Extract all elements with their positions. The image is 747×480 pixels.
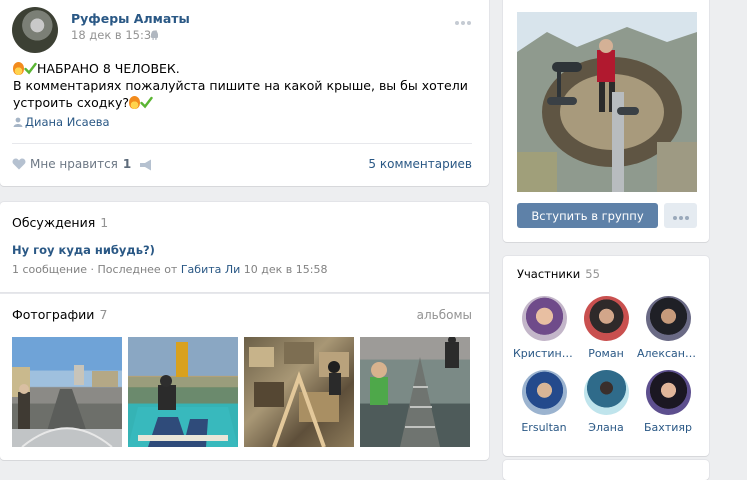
person-icon bbox=[13, 117, 23, 127]
post-date[interactable]: 18 дек в 15:34 bbox=[71, 28, 159, 42]
post-signer[interactable]: Диана Исаева bbox=[13, 115, 110, 129]
share-icon[interactable] bbox=[139, 159, 153, 171]
member-name: Кристино... bbox=[513, 347, 575, 360]
discussions-count: 1 bbox=[100, 215, 109, 230]
member-name: Элана bbox=[588, 421, 624, 434]
heart-icon bbox=[12, 158, 26, 170]
join-group-button[interactable]: Вступить в группу bbox=[517, 203, 658, 228]
avatar bbox=[521, 370, 567, 415]
photo-image bbox=[370, 337, 459, 447]
like-count: 1 bbox=[122, 157, 132, 171]
photos-count: 7 bbox=[99, 307, 108, 322]
photo-image bbox=[12, 365, 122, 447]
post-author[interactable]: Руферы Алматы bbox=[71, 11, 190, 26]
member-item[interactable]: Роман bbox=[575, 296, 637, 360]
group-cover-photo[interactable] bbox=[517, 12, 697, 192]
check-emoji bbox=[24, 62, 37, 75]
discussions-title: Обсуждения bbox=[12, 215, 96, 230]
group-more-button[interactable] bbox=[664, 203, 697, 228]
members-count: 55 bbox=[585, 267, 600, 281]
member-item[interactable]: Александр bbox=[637, 296, 699, 360]
cover-image bbox=[517, 12, 697, 192]
photo-image bbox=[249, 342, 349, 447]
topic-last-time: 10 дек в 15:58 bbox=[240, 263, 328, 276]
post-text-line2: В комментариях пожалуйста пишите на како… bbox=[13, 78, 468, 110]
like-button[interactable]: Мне нравится 1 bbox=[12, 157, 131, 171]
group-cover-block: Вступить в группу bbox=[503, 0, 709, 242]
fire-emoji bbox=[129, 96, 141, 109]
divider bbox=[12, 143, 472, 144]
photos-header[interactable]: Фотографии 7 bbox=[12, 307, 107, 322]
photo-thumbnail[interactable] bbox=[128, 337, 238, 447]
photos-title: Фотографии bbox=[12, 307, 95, 322]
member-name: Роман bbox=[588, 347, 624, 360]
more-icon bbox=[672, 208, 690, 223]
avatar bbox=[583, 370, 629, 415]
discussions-block: Обсуждения 1 Ну гоу куда нибудь?) 1 сообщ… bbox=[0, 202, 489, 292]
member-item[interactable]: Ersultan bbox=[513, 370, 575, 434]
topic-last-author[interactable]: Габита Ли bbox=[181, 263, 240, 276]
albums-link[interactable]: альбомы bbox=[417, 308, 472, 322]
fire-emoji bbox=[13, 62, 24, 75]
members-block: Участники 55 Кристино... Роман Александр … bbox=[503, 256, 709, 456]
avatar bbox=[583, 296, 629, 341]
topic-title[interactable]: Ну гоу куда нибудь?) bbox=[12, 243, 155, 257]
member-item[interactable]: Бахтияр bbox=[637, 370, 699, 434]
comments-link[interactable]: 5 комментариев bbox=[368, 157, 472, 171]
topic-msg-count: 1 сообщение bbox=[12, 263, 88, 276]
post-text-line1: НАБРАНО 8 ЧЕЛОВЕК. bbox=[37, 61, 180, 76]
topic-meta: 1 сообщение · Последнее от Габита Ли 10 … bbox=[12, 263, 327, 276]
photo-image bbox=[128, 342, 238, 447]
photos-block: Фотографии 7 альбомы bbox=[0, 293, 489, 460]
photo-thumbnail[interactable] bbox=[360, 337, 470, 447]
members-header[interactable]: Участники 55 bbox=[517, 267, 600, 281]
wall-post: Руферы Алматы 18 дек в 15:34 НАБРАНО 8 Ч… bbox=[0, 0, 489, 186]
signer-name: Диана Исаева bbox=[25, 115, 110, 129]
member-name: Ersultan bbox=[521, 421, 567, 434]
members-title: Участники bbox=[517, 267, 581, 281]
member-item[interactable]: Кристино... bbox=[513, 296, 575, 360]
discussions-header[interactable]: Обсуждения 1 bbox=[12, 215, 108, 230]
post-text: НАБРАНО 8 ЧЕЛОВЕК. В комментариях пожалу… bbox=[13, 60, 473, 111]
topic-last-prefix: · Последнее от bbox=[87, 263, 181, 276]
like-label: Мне нравится bbox=[30, 157, 118, 171]
member-name: Бахтияр bbox=[644, 421, 692, 434]
android-icon bbox=[151, 30, 158, 40]
next-block bbox=[503, 460, 709, 480]
member-item[interactable]: Элана bbox=[575, 370, 637, 434]
check-emoji bbox=[140, 96, 153, 109]
photo-thumbnail[interactable] bbox=[244, 337, 354, 447]
photo-thumbnail[interactable] bbox=[12, 337, 122, 447]
community-avatar[interactable] bbox=[12, 7, 58, 53]
more-icon[interactable] bbox=[455, 14, 473, 25]
avatar bbox=[645, 296, 691, 341]
avatar bbox=[521, 296, 567, 341]
avatar bbox=[645, 370, 691, 415]
member-name: Александр bbox=[637, 347, 699, 360]
